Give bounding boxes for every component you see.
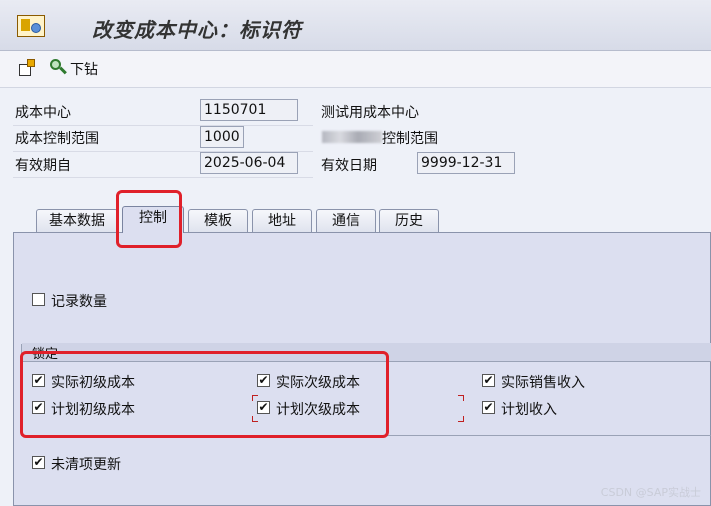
row-divider (13, 125, 313, 126)
record-quantity-label: 记录数量 (51, 294, 107, 310)
valid-to-field[interactable]: 9999-12-31 (417, 152, 515, 174)
tab-template[interactable]: 模板 (188, 209, 248, 232)
cost-center-field[interactable]: 1150701 (200, 99, 298, 121)
watermark: CSDN @SAP实战士 (600, 486, 701, 499)
open-items-update-checkbox[interactable]: ✔ (32, 456, 45, 469)
row-divider (13, 177, 313, 178)
blurred-text (322, 131, 382, 143)
focus-corner (458, 416, 464, 422)
highlight-box (116, 190, 182, 248)
valid-from-field[interactable]: 2025-06-04 (200, 152, 298, 174)
cost-center-label: 成本中心 (15, 105, 71, 121)
tab-basic-data[interactable]: 基本数据 (36, 209, 118, 232)
plan-revenue-label: 计划收入 (501, 402, 557, 418)
controlling-area-field[interactable]: 1000 (200, 126, 244, 148)
tab-history[interactable]: 历史 (379, 209, 439, 232)
drilldown-label: 下钻 (70, 62, 98, 78)
other-object-icon[interactable] (18, 59, 36, 77)
record-quantity-checkbox[interactable] (32, 293, 45, 306)
highlight-box (20, 351, 389, 438)
valid-from-label: 有效期自 (15, 158, 71, 174)
tab-communication[interactable]: 通信 (316, 209, 376, 232)
focus-corner (458, 395, 464, 401)
application-toolbar (0, 51, 711, 88)
window-title: 改变成本中心：标识符 (92, 18, 302, 42)
drilldown-icon (50, 59, 68, 77)
tab-address[interactable]: 地址 (252, 209, 312, 232)
plan-revenue-checkbox[interactable]: ✔ (482, 401, 495, 414)
controlling-area-description: 控制范围 (382, 131, 438, 147)
valid-to-label: 有效日期 (321, 158, 377, 174)
actual-revenue-checkbox[interactable]: ✔ (482, 374, 495, 387)
actual-revenue-label: 实际销售收入 (501, 375, 585, 391)
open-items-update-label: 未清项更新 (51, 457, 121, 473)
transaction-icon[interactable] (17, 15, 45, 37)
controlling-area-label: 成本控制范围 (15, 131, 99, 147)
cost-center-description: 测试用成本中心 (321, 105, 419, 121)
